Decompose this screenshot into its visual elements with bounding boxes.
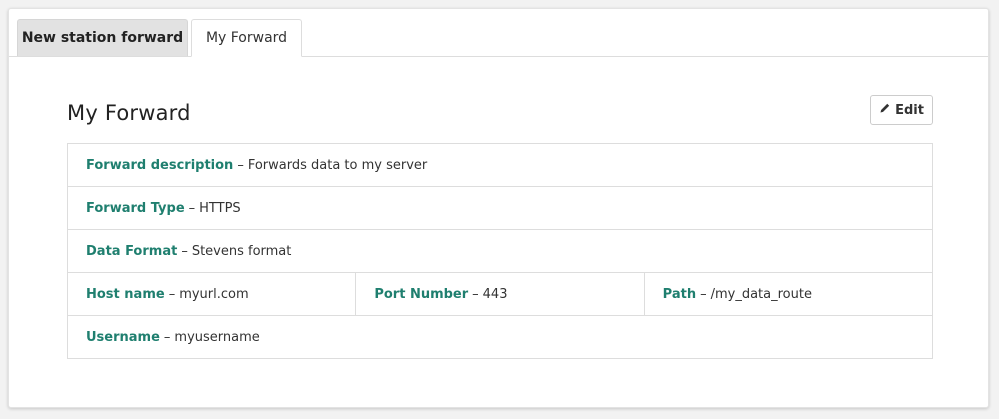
pencil-icon — [879, 102, 891, 118]
username-label: Username — [86, 329, 160, 345]
path-value: /my_data_route — [710, 286, 812, 302]
edit-button[interactable]: Edit — [870, 95, 933, 125]
port-cell: Port Number – 443 — [355, 273, 643, 315]
detail-cell: Username – myusername — [68, 316, 932, 358]
detail-row-username: Username – myusername — [68, 316, 932, 358]
separator: – — [163, 329, 171, 345]
separator: – — [237, 157, 244, 173]
type-label: Forward Type — [86, 200, 185, 216]
description-value: Forwards data to my server — [247, 157, 428, 173]
username-value: myusername — [174, 329, 260, 345]
description-label: Forward description — [86, 157, 234, 173]
forward-details-table: Forward description – Forwards data to m… — [67, 143, 933, 359]
separator: – — [188, 200, 196, 216]
host-cell: Host name – myurl.com — [68, 273, 355, 315]
tab-my-forward[interactable]: My Forward — [191, 19, 302, 57]
format-value: Stevens format — [191, 243, 292, 259]
detail-cell: Forward Type – HTTPS — [68, 187, 932, 229]
separator: – — [700, 286, 707, 302]
separator: – — [168, 286, 176, 302]
type-value: HTTPS — [199, 200, 241, 216]
separator: – — [181, 243, 188, 259]
detail-cell: Forward description – Forwards data to m… — [68, 144, 932, 186]
detail-row-description: Forward description – Forwards data to m… — [68, 144, 932, 187]
format-label: Data Format — [86, 243, 178, 259]
edit-button-label: Edit — [895, 102, 924, 118]
detail-row-connection: Host name – myurl.com Port Number – 443 … — [68, 273, 932, 316]
path-cell: Path – /my_data_route — [643, 273, 932, 315]
host-value: myurl.com — [179, 286, 249, 302]
tab-bar: New station forward My Forward — [9, 9, 988, 57]
port-value: 443 — [482, 286, 508, 302]
detail-row-type: Forward Type – HTTPS — [68, 187, 932, 230]
separator: – — [472, 286, 479, 302]
forward-card: New station forward My Forward My Forwar… — [8, 8, 989, 408]
port-label: Port Number — [374, 286, 469, 302]
page-title: My Forward — [67, 101, 191, 125]
path-label: Path — [662, 286, 697, 302]
detail-row-format: Data Format – Stevens format — [68, 230, 932, 273]
host-label: Host name — [86, 286, 165, 302]
detail-cell: Data Format – Stevens format — [68, 230, 932, 272]
tab-new-station-forward[interactable]: New station forward — [17, 19, 188, 56]
